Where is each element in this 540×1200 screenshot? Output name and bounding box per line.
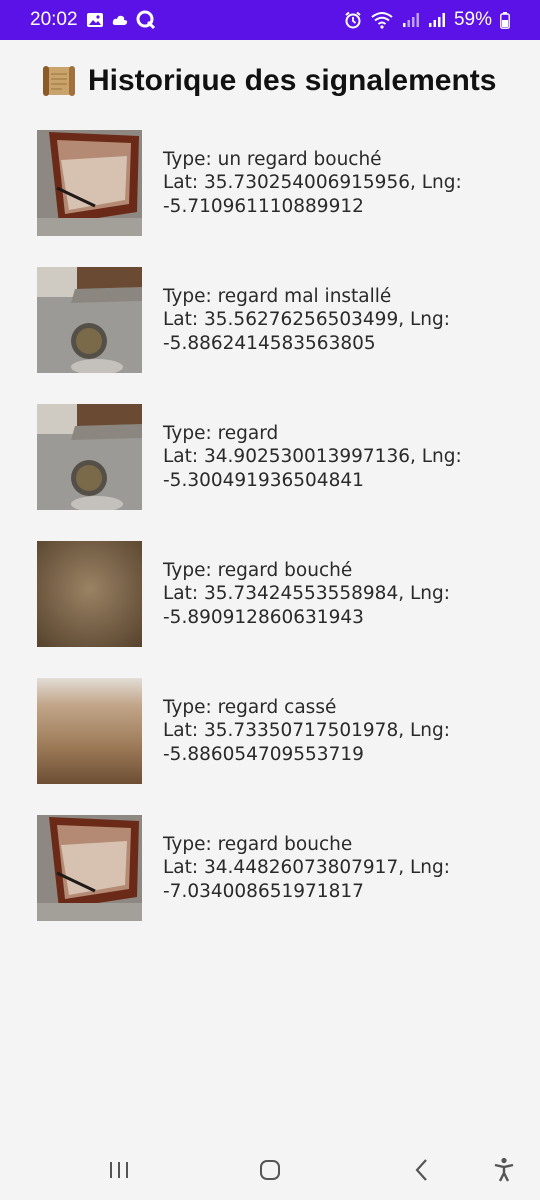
report-thumbnail — [37, 678, 142, 784]
report-coordinates: Lat: 34.902530013997136, Lng: — [163, 446, 462, 468]
report-coordinates: Lat: 35.56276256503499, Lng: — [163, 309, 450, 331]
report-list: Type: un regard bouché Lat: 35.730254006… — [37, 130, 507, 952]
report-longitude: -7.034008651971817 — [163, 880, 364, 902]
report-type: Type: regard mal installé — [163, 285, 392, 307]
report-details: Type: regard Lat: 34.902530013997136, Ln… — [163, 422, 462, 493]
signal-icon — [428, 12, 446, 28]
back-icon[interactable] — [404, 1154, 440, 1186]
report-item[interactable]: Type: un regard bouché Lat: 35.730254006… — [37, 130, 507, 236]
signal-icon — [402, 12, 420, 28]
home-icon[interactable] — [252, 1154, 288, 1186]
report-coordinates: Lat: 34.44826073807917, Lng: — [163, 857, 450, 879]
q-app-icon — [136, 10, 156, 30]
report-thumbnail — [37, 404, 142, 510]
accessibility-icon[interactable] — [486, 1154, 522, 1186]
status-bar: 20:02 59% — [0, 0, 540, 40]
report-longitude: -5.710961110889912 — [163, 195, 364, 217]
report-details: Type: un regard bouché Lat: 35.730254006… — [163, 148, 462, 219]
report-item[interactable]: Type: regard mal installé Lat: 35.562762… — [37, 267, 507, 373]
report-type: Type: regard bouché — [163, 559, 353, 581]
page-header: Historique des signalements — [40, 62, 496, 100]
report-coordinates: Lat: 35.730254006915956, Lng: — [163, 172, 462, 194]
battery-icon — [500, 11, 510, 29]
report-details: Type: regard bouché Lat: 35.734245535589… — [163, 559, 450, 630]
report-item[interactable]: Type: regard bouché Lat: 35.734245535589… — [37, 541, 507, 647]
cloud-icon — [112, 14, 128, 26]
report-details: Type: regard mal installé Lat: 35.562762… — [163, 285, 450, 356]
report-coordinates: Lat: 35.73350717501978, Lng: — [163, 720, 450, 742]
report-thumbnail — [37, 267, 142, 373]
status-time: 20:02 — [30, 9, 78, 30]
report-coordinates: Lat: 35.73424553558984, Lng: — [163, 583, 450, 605]
report-type: Type: un regard bouché — [163, 148, 382, 170]
report-longitude: -5.890912860631943 — [163, 606, 364, 628]
wifi-icon — [370, 11, 394, 29]
scroll-icon — [40, 62, 78, 100]
report-longitude: -5.886054709553719 — [163, 743, 364, 765]
report-item[interactable]: Type: regard bouche Lat: 34.448260738079… — [37, 815, 507, 921]
report-thumbnail — [37, 130, 142, 236]
page-title: Historique des signalements — [88, 64, 497, 97]
report-details: Type: regard bouche Lat: 34.448260738079… — [163, 833, 450, 904]
gallery-icon — [86, 12, 104, 28]
report-type: Type: regard cassé — [163, 696, 337, 718]
report-details: Type: regard cassé Lat: 35.7335071750197… — [163, 696, 450, 767]
navigation-bar — [0, 1140, 540, 1200]
status-left: 20:02 — [30, 9, 156, 31]
report-type: Type: regard — [163, 422, 279, 444]
report-type: Type: regard bouche — [163, 833, 353, 855]
report-item[interactable]: Type: regard cassé Lat: 35.7335071750197… — [37, 678, 507, 784]
report-longitude: -5.300491936504841 — [163, 469, 364, 491]
report-item[interactable]: Type: regard Lat: 34.902530013997136, Ln… — [37, 404, 507, 510]
report-thumbnail — [37, 815, 142, 921]
battery-percent: 59% — [453, 9, 492, 30]
report-longitude: -5.8862414583563805 — [163, 332, 376, 354]
alarm-icon — [344, 11, 362, 29]
recent-apps-icon[interactable] — [101, 1154, 137, 1186]
status-right: 59% — [344, 9, 510, 31]
report-thumbnail — [37, 541, 142, 647]
